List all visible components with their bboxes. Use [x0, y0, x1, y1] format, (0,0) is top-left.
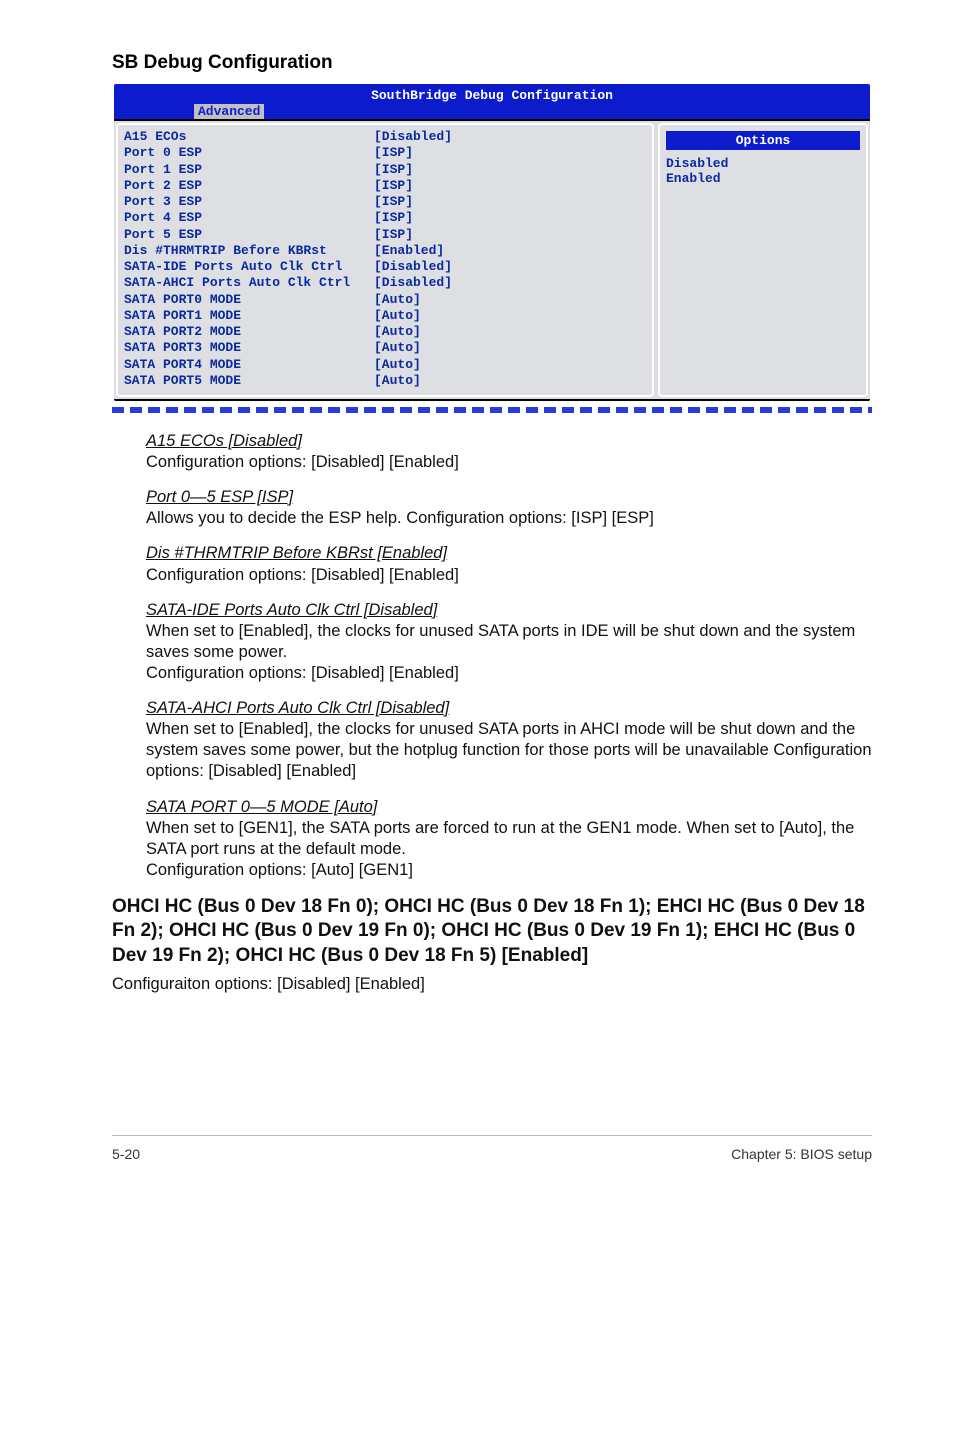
bios-row-value: [Auto]: [374, 357, 421, 373]
footer-page-number: 5-20: [112, 1146, 140, 1162]
bios-options-pane: Options Disabled Enabled: [658, 123, 868, 397]
bios-row[interactable]: Port 3 ESP[ISP]: [124, 194, 646, 210]
bios-row-label: SATA PORT4 MODE: [124, 357, 374, 373]
bios-row[interactable]: SATA PORT5 MODE[Auto]: [124, 373, 646, 389]
bios-row-value: [Auto]: [374, 324, 421, 340]
section-body: When set to [GEN1], the SATA ports are f…: [146, 818, 872, 860]
bios-title: SouthBridge Debug Configuration: [114, 86, 870, 104]
bios-row-label: Port 1 ESP: [124, 162, 374, 178]
section-title: SATA PORT 0—5 MODE [Auto]: [146, 798, 377, 816]
bios-row-label: A15 ECOs: [124, 129, 374, 145]
section-body: When set to [Enabled], the clocks for un…: [146, 621, 872, 663]
bios-row[interactable]: Port 5 ESP[ISP]: [124, 227, 646, 243]
bios-row-value: [Auto]: [374, 308, 421, 324]
section-title: A15 ECOs [Disabled]: [146, 432, 302, 450]
bios-row-label: Port 3 ESP: [124, 194, 374, 210]
bios-option-disabled[interactable]: Disabled: [666, 156, 860, 171]
footer-chapter: Chapter 5: BIOS setup: [731, 1146, 872, 1162]
bios-row-value: [ISP]: [374, 194, 413, 210]
bios-row-value: [Disabled]: [374, 129, 452, 145]
bios-row-value: [ISP]: [374, 227, 413, 243]
bios-tab-advanced[interactable]: Advanced: [194, 104, 264, 119]
bios-row[interactable]: A15 ECOs[Disabled]: [124, 129, 646, 145]
bios-row-label: SATA-IDE Ports Auto Clk Ctrl: [124, 259, 374, 275]
bios-row-value: [ISP]: [374, 178, 413, 194]
bios-row[interactable]: Port 4 ESP[ISP]: [124, 210, 646, 226]
bios-row[interactable]: Port 0 ESP[ISP]: [124, 145, 646, 161]
bios-row-label: SATA PORT2 MODE: [124, 324, 374, 340]
bios-row-label: Dis #THRMTRIP Before KBRst: [124, 243, 374, 259]
bios-row-value: [Enabled]: [374, 243, 444, 259]
bios-row[interactable]: SATA PORT1 MODE[Auto]: [124, 308, 646, 324]
bios-settings-pane: A15 ECOs[Disabled] Port 0 ESP[ISP] Port …: [116, 123, 654, 397]
bios-row-value: [Auto]: [374, 373, 421, 389]
bios-row-label: Port 5 ESP: [124, 227, 374, 243]
section-body: Configuraiton options: [Disabled] [Enabl…: [112, 974, 872, 995]
bios-row-label: Port 2 ESP: [124, 178, 374, 194]
bios-row-label: SATA PORT3 MODE: [124, 340, 374, 356]
bios-row[interactable]: Port 1 ESP[ISP]: [124, 162, 646, 178]
bios-options-header: Options: [666, 131, 860, 150]
bios-row[interactable]: Dis #THRMTRIP Before KBRst[Enabled]: [124, 243, 646, 259]
bios-row[interactable]: SATA PORT3 MODE[Auto]: [124, 340, 646, 356]
section-body: Configuration options: [Disabled] [Enabl…: [146, 452, 872, 473]
bios-row-value: [Disabled]: [374, 275, 452, 291]
bios-row-value: [Disabled]: [374, 259, 452, 275]
heading-ohci-ehci: OHCI HC (Bus 0 Dev 18 Fn 0); OHCI HC (Bu…: [112, 895, 872, 968]
section-body: Configuration options: [Disabled] [Enabl…: [146, 663, 872, 684]
bios-row[interactable]: SATA PORT0 MODE[Auto]: [124, 292, 646, 308]
bios-row[interactable]: SATA-IDE Ports Auto Clk Ctrl[Disabled]: [124, 259, 646, 275]
bios-row[interactable]: Port 2 ESP[ISP]: [124, 178, 646, 194]
section-body: Allows you to decide the ESP help. Confi…: [146, 508, 872, 529]
bios-row-label: SATA PORT5 MODE: [124, 373, 374, 389]
bios-option-enabled[interactable]: Enabled: [666, 171, 860, 186]
bios-row-label: SATA PORT0 MODE: [124, 292, 374, 308]
section-body: When set to [Enabled], the clocks for un…: [146, 719, 872, 782]
bios-row-value: [Auto]: [374, 340, 421, 356]
bios-row-label: SATA-AHCI Ports Auto Clk Ctrl: [124, 275, 374, 291]
bios-tearoff-divider: [112, 407, 872, 413]
bios-row-value: [ISP]: [374, 210, 413, 226]
section-body: Configuration options: [Disabled] [Enabl…: [146, 565, 872, 586]
bios-row[interactable]: SATA PORT2 MODE[Auto]: [124, 324, 646, 340]
bios-row-label: Port 4 ESP: [124, 210, 374, 226]
heading-sb-debug: SB Debug Configuration: [112, 52, 872, 74]
bios-row-value: [ISP]: [374, 162, 413, 178]
bios-row[interactable]: SATA-AHCI Ports Auto Clk Ctrl[Disabled]: [124, 275, 646, 291]
bios-panel: SouthBridge Debug Configuration Advanced…: [112, 82, 872, 403]
section-title: Port 0—5 ESP [ISP]: [146, 488, 293, 506]
section-title: SATA-AHCI Ports Auto Clk Ctrl [Disabled]: [146, 699, 449, 717]
section-title: Dis #THRMTRIP Before KBRst [Enabled]: [146, 544, 447, 562]
bios-row-value: [Auto]: [374, 292, 421, 308]
bios-row-label: Port 0 ESP: [124, 145, 374, 161]
section-body: Configuration options: [Auto] [GEN1]: [146, 860, 872, 881]
bios-row[interactable]: SATA PORT4 MODE[Auto]: [124, 357, 646, 373]
bios-row-label: SATA PORT1 MODE: [124, 308, 374, 324]
bios-row-value: [ISP]: [374, 145, 413, 161]
section-title: SATA-IDE Ports Auto Clk Ctrl [Disabled]: [146, 601, 437, 619]
